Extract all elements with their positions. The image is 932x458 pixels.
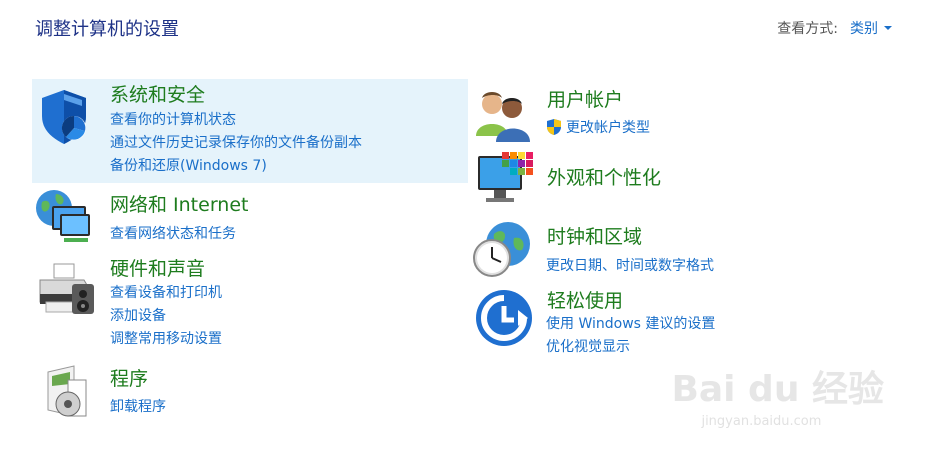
link-optimize-display[interactable]: 优化视觉显示: [546, 336, 630, 356]
uac-shield-icon: [547, 119, 561, 135]
link-date-time-format[interactable]: 更改日期、时间或数字格式: [546, 255, 714, 275]
view-by-label: 查看方式:: [777, 21, 838, 37]
chevron-down-icon[interactable]: [884, 26, 892, 30]
view-by: 查看方式: 类别: [777, 18, 892, 38]
category-title-programs[interactable]: 程序: [110, 364, 148, 391]
link-change-account-type[interactable]: 更改帐户类型: [546, 117, 650, 137]
baidu-watermark: Bai du 经验 jingyan.baidu.com: [671, 360, 884, 429]
view-by-value[interactable]: 类别: [850, 18, 878, 38]
category-title-appearance[interactable]: 外观和个性化: [547, 163, 661, 190]
programs-icon[interactable]: [38, 362, 98, 422]
printer-icon[interactable]: [36, 262, 96, 322]
link-change-account-type-label[interactable]: 更改帐户类型: [566, 117, 650, 137]
page-title: 调整计算机的设置: [35, 19, 179, 40]
link-mobility-settings[interactable]: 调整常用移动设置: [110, 328, 222, 348]
category-title-hardware[interactable]: 硬件和声音: [110, 254, 205, 281]
link-backup-restore[interactable]: 备份和还原(Windows 7): [110, 155, 267, 175]
category-title-system-security[interactable]: 系统和安全: [110, 80, 205, 107]
category-title-user-accounts[interactable]: 用户帐户: [547, 85, 623, 112]
appearance-icon[interactable]: [474, 150, 534, 210]
watermark-logo: Bai du 经验: [671, 369, 884, 410]
user-accounts-icon[interactable]: [474, 86, 534, 146]
link-windows-recommended[interactable]: 使用 Windows 建议的设置: [546, 313, 715, 333]
link-file-history[interactable]: 通过文件历史记录保存你的文件备份副本: [110, 132, 362, 152]
shield-icon[interactable]: [36, 86, 96, 146]
link-devices-printers[interactable]: 查看设备和打印机: [110, 282, 222, 302]
link-view-computer-status[interactable]: 查看你的计算机状态: [110, 109, 236, 129]
category-title-clock-region[interactable]: 时钟和区域: [547, 222, 642, 249]
link-add-device[interactable]: 添加设备: [110, 305, 166, 325]
network-globe-icon[interactable]: [34, 186, 94, 246]
watermark-url: jingyan.baidu.com: [701, 414, 822, 429]
link-uninstall-program[interactable]: 卸载程序: [110, 396, 166, 416]
view-by-dropdown[interactable]: 类别: [850, 18, 892, 38]
clock-globe-icon[interactable]: [472, 220, 532, 280]
category-title-ease-of-access[interactable]: 轻松使用: [547, 286, 623, 313]
link-network-status[interactable]: 查看网络状态和任务: [110, 223, 236, 243]
ease-of-access-icon[interactable]: [474, 288, 534, 348]
category-title-network[interactable]: 网络和 Internet: [110, 190, 248, 217]
